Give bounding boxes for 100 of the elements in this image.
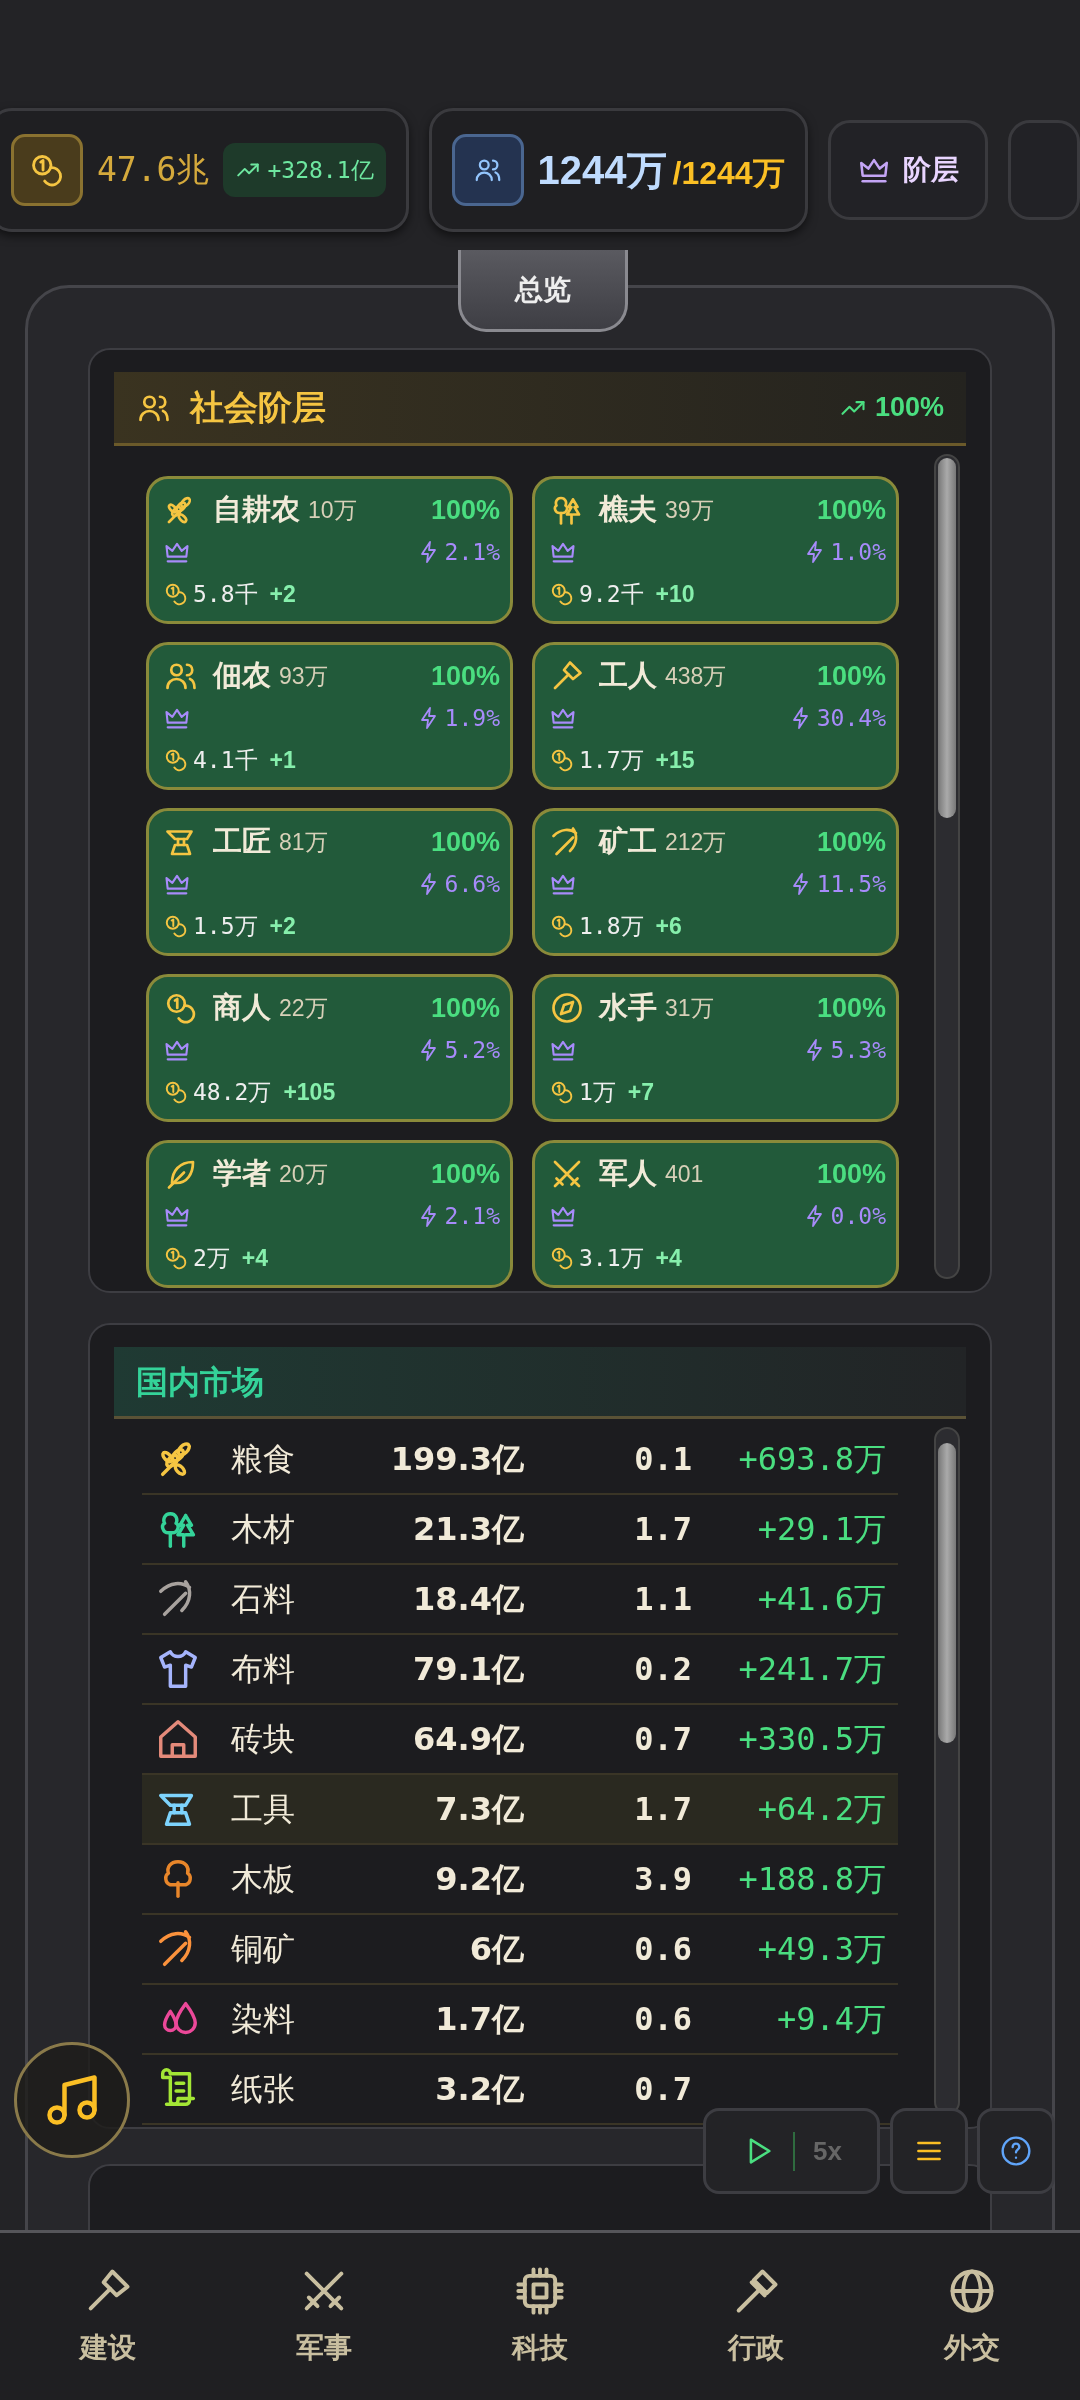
goods-change: +49.3万: [756, 1929, 886, 1970]
class-card[interactable]: 军人 401 100% 0.0% 3.1万 +4: [532, 1140, 899, 1288]
goods-price: 1.7: [633, 1509, 692, 1550]
goods-name: 纸张: [231, 2070, 296, 2109]
class-name: 学者: [213, 1156, 271, 1192]
influence-value: 5.3%: [802, 1032, 886, 1068]
chip-icon: [514, 2264, 566, 2317]
goods-stock: 9.2亿: [434, 1859, 524, 1900]
class-card[interactable]: 水手 31万 100% 5.3% 1万 +7: [532, 974, 899, 1122]
goods-change: +9.4万: [775, 1999, 886, 2040]
class-wealth: 9.2千: [579, 579, 644, 609]
goods-price: 0.6: [633, 1999, 692, 2040]
class-population: 20万: [279, 1159, 328, 1189]
goods-name: 布料: [231, 1650, 296, 1689]
population-count: 1244万: [537, 147, 667, 194]
nav-item[interactable]: 外交: [864, 2233, 1080, 2400]
class-wealth: 4.1千: [193, 745, 258, 775]
goods-change: +64.2万: [756, 1789, 886, 1830]
market-row[interactable]: 木材 21.3亿 1.7 +29.1万: [142, 1495, 898, 1565]
class-card[interactable]: 樵夫 39万 100% 1.0% 9.2千 +10: [532, 476, 899, 624]
goods-stock: 64.9亿: [412, 1719, 524, 1760]
class-card[interactable]: 矿工 212万 100% 11.5% 1.8万 +6: [532, 808, 899, 956]
class-population: 10万: [308, 495, 357, 525]
wealth-change: +10: [655, 579, 695, 609]
influence-value: 0.0%: [802, 1198, 886, 1234]
class-approval: 100%: [816, 493, 886, 527]
class-approval: 100%: [816, 1157, 886, 1191]
market-row[interactable]: 铜矿 6亿 0.6 +49.3万: [142, 1915, 898, 1985]
class-name: 商人: [213, 990, 271, 1026]
influence-value: 6.6%: [416, 866, 500, 902]
market-row[interactable]: 工具 7.3亿 1.7 +64.2万: [142, 1775, 898, 1845]
overview-tab[interactable]: 总览: [458, 250, 628, 332]
class-approval: 100%: [430, 659, 500, 693]
market-row[interactable]: 粮食 199.3亿 0.1 +693.8万: [142, 1425, 898, 1495]
class-wealth: 2万: [193, 1243, 230, 1273]
goods-name: 工具: [231, 1790, 296, 1829]
class-approval: 100%: [816, 991, 886, 1025]
influence-value: 5.2%: [416, 1032, 500, 1068]
class-population: 22万: [279, 993, 328, 1023]
goods-change: +29.1万: [756, 1509, 886, 1550]
goods-name: 木板: [231, 1860, 296, 1899]
help-button[interactable]: [977, 2108, 1055, 2194]
class-card[interactable]: 佃农 93万 100% 1.9% 4.1千 +1: [146, 642, 513, 790]
wealth-change: +4: [655, 1243, 682, 1273]
coins-icon: [549, 913, 575, 939]
goods-price: 0.1: [633, 1439, 692, 1480]
help-icon: [1000, 2135, 1032, 2167]
goods-change: +41.6万: [756, 1579, 886, 1620]
class-population: 212万: [665, 827, 727, 857]
coins-icon: [163, 1079, 189, 1105]
compass-icon: [549, 990, 585, 1026]
market-row[interactable]: 布料 79.1亿 0.2 +241.7万: [142, 1635, 898, 1705]
class-wealth: 1.5万: [193, 911, 258, 941]
class-wealth: 1.8万: [579, 911, 644, 941]
goods-stock: 79.1亿: [412, 1649, 524, 1690]
class-wealth: 5.8千: [193, 579, 258, 609]
goods-name: 铜矿: [231, 1930, 296, 1969]
nav-item[interactable]: 行政: [648, 2233, 864, 2400]
class-name: 工匠: [213, 824, 271, 860]
goods-name: 粮食: [231, 1440, 296, 1479]
influence-value: 2.1%: [416, 1198, 500, 1234]
goods-stock: 3.2亿: [434, 2069, 524, 2110]
market-row[interactable]: 石料 18.4亿 1.1 +41.6万: [142, 1565, 898, 1635]
class-card[interactable]: 自耕农 10万 100% 2.1% 5.8千 +2: [146, 476, 513, 624]
nav-item[interactable]: 科技: [432, 2233, 648, 2400]
class-name: 军人: [599, 1156, 657, 1192]
coins-icon: [549, 1079, 575, 1105]
goods-price: 1.1: [633, 1579, 692, 1620]
nav-item[interactable]: 军事: [216, 2233, 432, 2400]
population-capacity: /1244万: [672, 154, 785, 193]
goods-price: 0.7: [633, 2069, 692, 2110]
class-wealth: 1万: [579, 1077, 616, 1107]
goods-change: +241.7万: [737, 1649, 886, 1690]
section-title: 国内市场: [136, 1362, 264, 1402]
class-population: 438万: [665, 661, 727, 691]
goods-change: +188.8万: [737, 1859, 886, 1900]
income-badge: +328.1亿: [223, 142, 386, 198]
class-card[interactable]: 商人 22万 100% 5.2% 48.2万 +105: [146, 974, 513, 1122]
influence-value: 2.1%: [416, 534, 500, 570]
section-title: 社会阶层: [190, 387, 326, 428]
coins-icon: [549, 1245, 575, 1271]
class-button[interactable]: 阶层: [827, 120, 988, 220]
goods-stock: 7.3亿: [434, 1789, 524, 1830]
class-name: 工人: [599, 658, 657, 694]
goods-name: 木材: [231, 1510, 296, 1549]
class-card[interactable]: 工人 438万 100% 30.4% 1.7万 +15: [532, 642, 899, 790]
class-wealth: 48.2万: [193, 1077, 272, 1107]
class-approval: 100%: [430, 493, 500, 527]
class-card[interactable]: 学者 20万 100% 2.1% 2万 +4: [146, 1140, 513, 1288]
class-name: 矿工: [599, 824, 657, 860]
nav-item[interactable]: 建设: [0, 2233, 216, 2400]
influence-value: 1.0%: [802, 534, 886, 570]
goods-stock: 21.3亿: [412, 1509, 524, 1550]
menu-button[interactable]: [890, 2108, 968, 2194]
market-row[interactable]: 木板 9.2亿 3.9 +188.8万: [142, 1845, 898, 1915]
influence-value: 1.9%: [416, 700, 500, 736]
scrollbar[interactable]: [934, 454, 960, 1279]
influence-value: 30.4%: [788, 700, 886, 736]
class-card[interactable]: 工匠 81万 100% 6.6% 1.5万 +2: [146, 808, 513, 956]
market-row[interactable]: 染料 1.7亿 0.6 +9.4万: [142, 1985, 898, 2055]
